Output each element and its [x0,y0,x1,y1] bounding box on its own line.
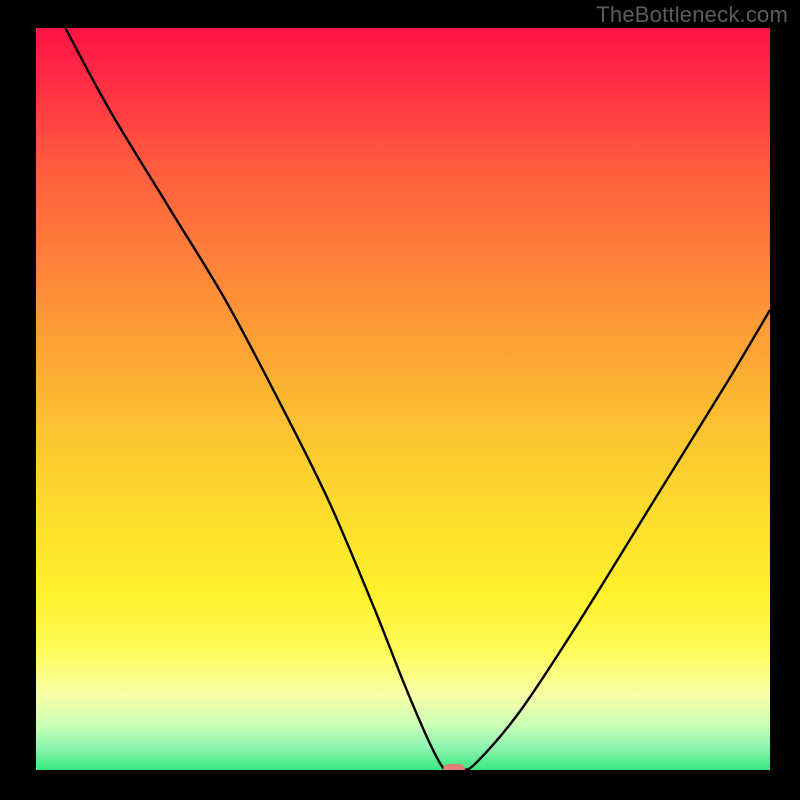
watermark-text: TheBottleneck.com [596,2,788,28]
plot-area [36,28,770,770]
bottleneck-curve [36,28,770,770]
curve-path [65,28,770,770]
chart-frame: TheBottleneck.com [0,0,800,800]
minimum-marker [443,764,465,770]
